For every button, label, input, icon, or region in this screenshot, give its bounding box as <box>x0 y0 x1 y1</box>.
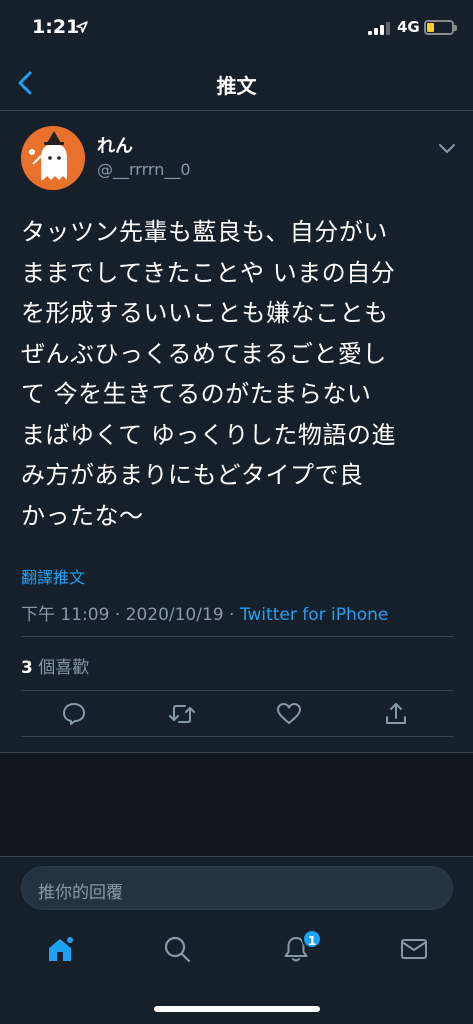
home-icon <box>49 937 73 961</box>
notification-badge: 1 <box>302 929 322 949</box>
likes-count: 3 <box>21 658 33 678</box>
tweet-text-line: ままでしてきたことや いまの自分 <box>21 258 396 287</box>
chevron-down-icon <box>439 144 455 153</box>
network-type: 4G <box>397 18 420 36</box>
user-handle[interactable]: @__rrrrn__0 <box>97 160 191 179</box>
meta-separator: · <box>114 605 121 625</box>
search-icon <box>164 936 191 963</box>
meta-separator: · <box>229 605 235 625</box>
tweet-time: 下午 11:09 <box>21 605 110 625</box>
reply-button[interactable] <box>60 700 88 728</box>
divider <box>21 736 453 737</box>
avatar[interactable] <box>21 126 85 190</box>
tweet-text-line: まばゆくて ゆっくりした物語の進 <box>21 420 396 449</box>
location-arrow-icon <box>76 18 88 37</box>
nav-header: 推文 <box>0 58 473 111</box>
reply-placeholder: 推你的回覆 <box>38 883 123 903</box>
status-time: 1:21 <box>32 16 80 38</box>
tweet-date: 2020/10/19 <box>125 605 224 625</box>
tab-bar <box>0 922 473 982</box>
tweet-text: タッツン先輩も藍良も、自分がい ままでしてきたことや いまの自分 を形成するいい… <box>21 212 461 536</box>
likes-count-link[interactable]: 3 個喜歡 <box>21 653 89 678</box>
tweet-text-line: を形成するいいことも嫌なことも <box>21 299 389 327</box>
tweet-source-link[interactable]: Twitter for iPhone <box>240 605 389 625</box>
ghost-avatar-icon <box>21 126 85 190</box>
divider <box>21 690 453 691</box>
tab-messages[interactable] <box>399 934 429 964</box>
retweet-icon <box>169 705 195 723</box>
divider <box>0 856 473 857</box>
reply-input[interactable]: 推你的回覆 <box>21 866 453 910</box>
tweet-text-line: タッツン先輩も藍良も、自分がい <box>21 218 388 246</box>
tweet-text-line: かったな〜 <box>21 501 144 530</box>
home-indicator[interactable] <box>154 1006 320 1012</box>
reply-icon <box>63 703 85 725</box>
translate-tweet-link[interactable]: 翻譯推文 <box>21 564 85 588</box>
replies-area <box>0 753 473 856</box>
display-name[interactable]: れん <box>97 132 133 158</box>
likes-label: 個喜歡 <box>38 658 90 678</box>
like-button[interactable] <box>275 700 303 728</box>
battery-icon <box>424 20 457 35</box>
tweet-text-line: ぜんぶひっくるめてまるごと愛し <box>21 339 387 368</box>
tab-home[interactable] <box>45 934 75 964</box>
share-button[interactable] <box>382 700 410 728</box>
divider <box>21 636 453 637</box>
mail-icon <box>401 939 427 959</box>
share-icon <box>386 703 406 724</box>
more-options-button[interactable] <box>438 140 456 153</box>
tweet-meta: 下午 11:09 · 2020/10/19 · Twitter for iPho… <box>21 600 388 625</box>
tweet-actions <box>0 700 473 736</box>
status-bar: 1:21 4G <box>0 0 473 58</box>
page-title: 推文 <box>216 74 257 98</box>
heart-icon <box>277 703 301 724</box>
tweet-text-line: て 今を生きてるのがたまらない <box>21 380 372 408</box>
cellular-signal-icon <box>368 22 390 35</box>
tweet-text-line: み方があまりにもどタイプで良 <box>21 461 364 489</box>
tab-search[interactable] <box>162 934 192 964</box>
retweet-button[interactable] <box>168 700 196 728</box>
